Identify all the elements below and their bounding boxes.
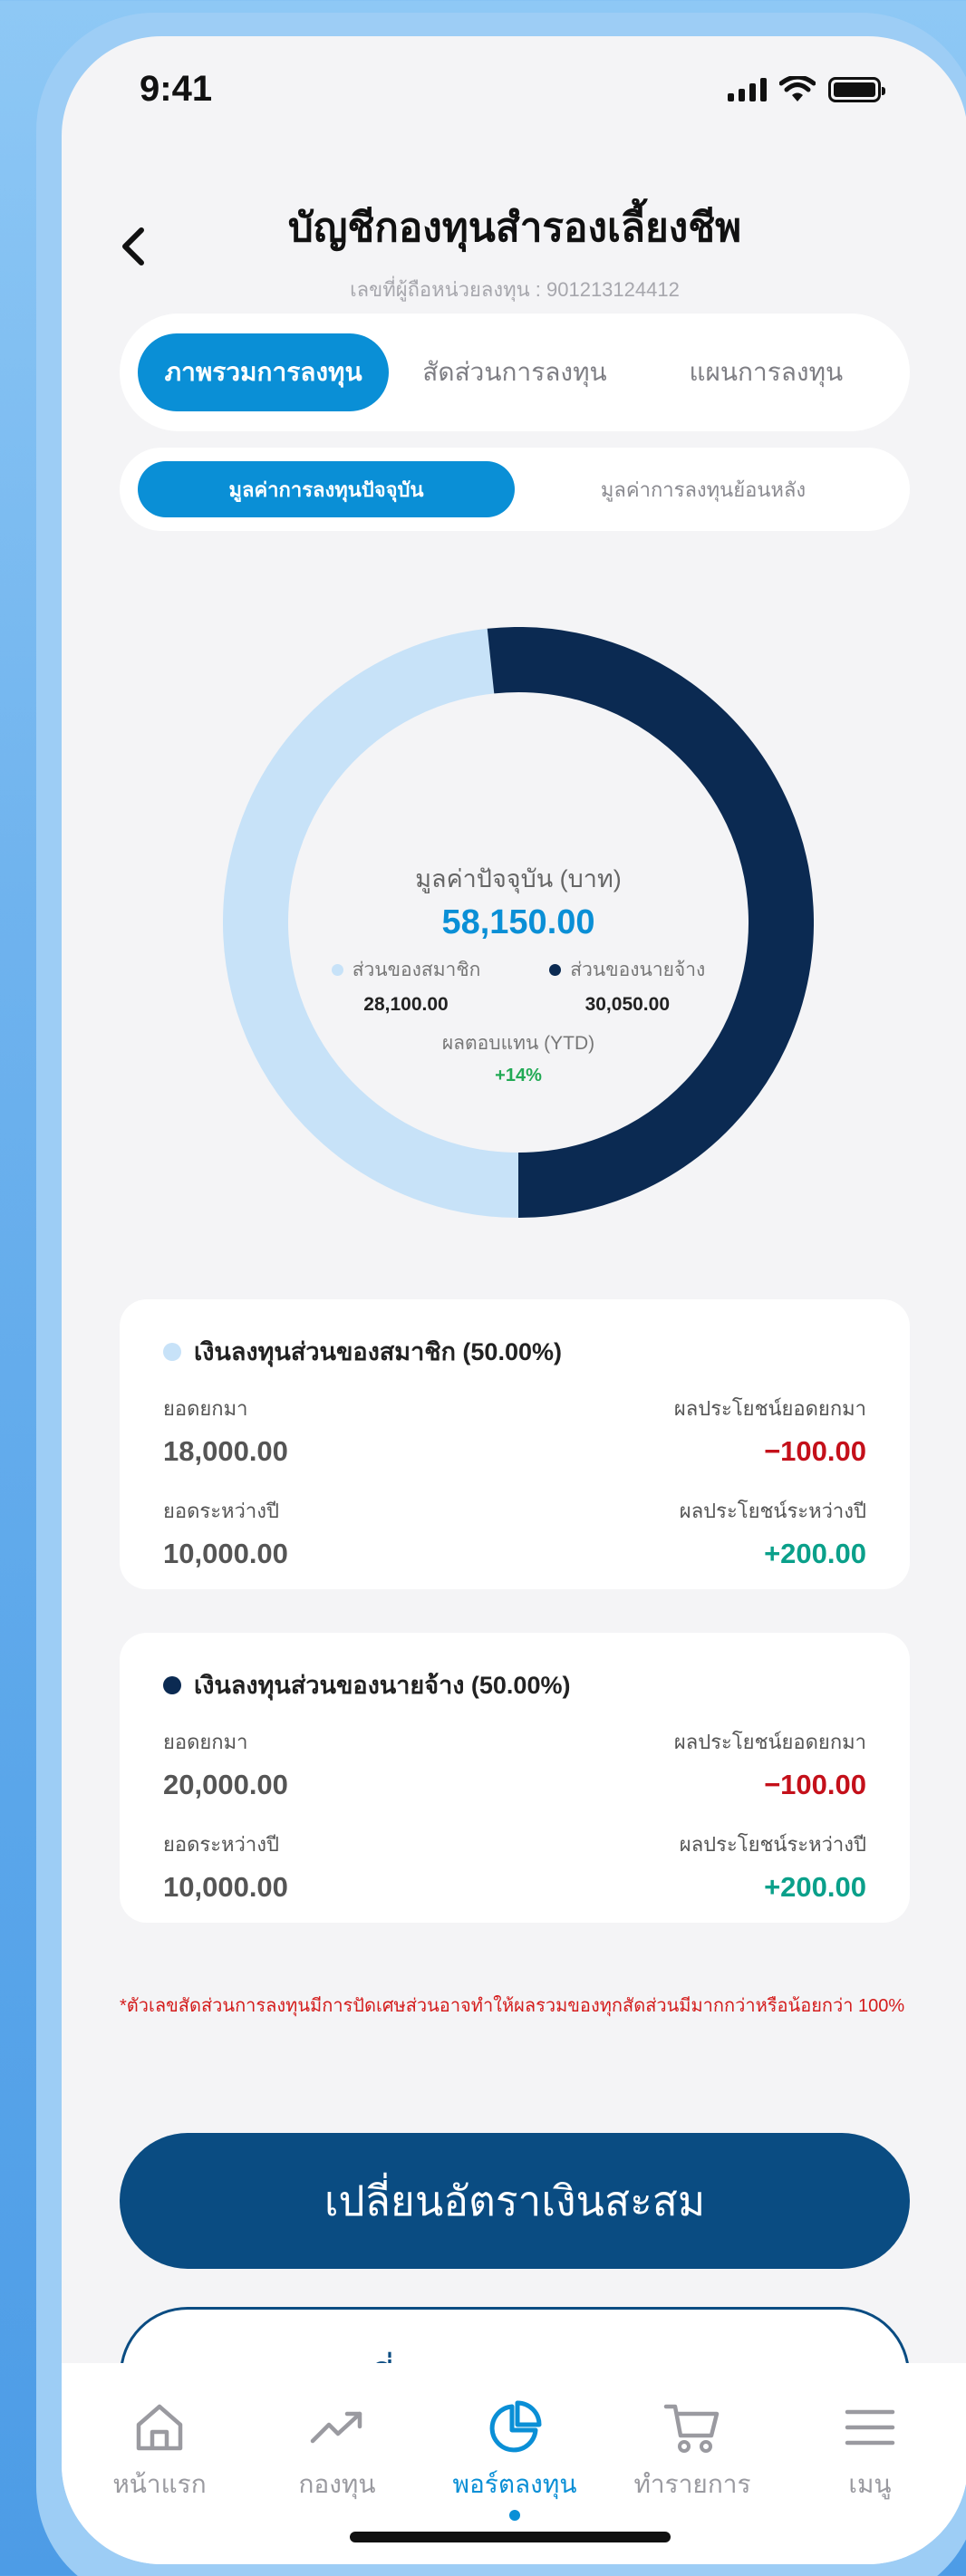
benefit-brought-forward-value: −100.00: [764, 1769, 866, 1800]
subtab-historical-value[interactable]: มูลค่าการลงทุนย้อนหลัง: [515, 461, 892, 517]
home-icon: [136, 2404, 183, 2451]
nav-transactions-label: ทำรายการ: [633, 2470, 751, 2498]
member-color-dot: [331, 964, 343, 976]
trend-icon: [310, 2411, 362, 2444]
signal-icon: [728, 78, 767, 101]
brought-forward-label: ยอดยกมา: [163, 1731, 248, 1753]
page-title: บัญชีกองทุนสำรองเลี้ยงชีพ: [287, 206, 742, 250]
battery-icon: [828, 77, 885, 102]
nav-portfolio-label: พอร์ตลงทุน: [452, 2470, 577, 2498]
tab-investment-allocation[interactable]: สัดส่วนการลงทุน: [389, 333, 640, 411]
status-time: 9:41: [140, 69, 213, 109]
during-year-label: ยอดระหว่างปี: [163, 1833, 279, 1856]
tab-investment-plan[interactable]: แผนการลงทุน: [641, 333, 892, 411]
benefit-during-year-label: ผลประโยชน์ระหว่างปี: [679, 1500, 866, 1522]
card-title: เงินลงทุนส่วนของนายจ้าง (50.00%): [194, 1672, 571, 1699]
benefit-during-year-value: +200.00: [764, 1538, 866, 1569]
legend-member-value: 28,100.00: [363, 994, 449, 1015]
tab-investment-overview[interactable]: ภาพรวมการลงทุน: [138, 333, 390, 411]
during-year-value: 10,000.00: [163, 1538, 288, 1569]
card-title: เงินลงทุนส่วนของสมาชิก (50.00%): [194, 1338, 562, 1365]
chart-legend: ส่วนของสมาชิก 28,100.00 ส่วนของนายจ้าง 3…: [331, 955, 705, 1016]
subtab-current-value[interactable]: มูลค่าการลงทุนปัจจุบัน: [138, 461, 515, 517]
ytd-return-label: ผลตอบแทน (YTD): [441, 1033, 595, 1054]
active-indicator-dot: [509, 2510, 520, 2521]
benefit-during-year-label: ผลประโยชน์ระหว่างปี: [679, 1833, 866, 1856]
brought-forward-value: 20,000.00: [163, 1769, 288, 1800]
menu-icon: [845, 2409, 895, 2446]
member-color-dot: [163, 1342, 181, 1361]
legend-employer-value: 30,050.00: [584, 994, 671, 1015]
status-icons: [728, 76, 885, 103]
during-year-value: 10,000.00: [163, 1871, 288, 1903]
nav-menu[interactable]: เมนู: [781, 2363, 959, 2564]
legend-employer: ส่วนของนายจ้าง 30,050.00: [549, 955, 705, 1016]
rounding-disclaimer: *ตัวเลขสัดส่วนการลงทุนมีการปัดเศษส่วนอาจ…: [120, 1996, 905, 2016]
ytd-return-value: +14%: [495, 1066, 542, 1085]
nav-home-label: หน้าแรก: [112, 2470, 207, 2498]
benefit-brought-forward-value: −100.00: [764, 1435, 866, 1467]
wifi-icon: [779, 76, 816, 101]
main-tabs: ภาพรวมการลงทุน สัดส่วนการลงทุน แผนการลงท…: [120, 314, 910, 431]
employer-color-dot: [549, 964, 562, 976]
donut-center: มูลค่าปัจจุบัน (บาท) 58,150.00 ส่วนของสม…: [223, 627, 814, 1218]
change-contribution-rate-button[interactable]: เปลี่ยนอัตราเงินสะสม: [120, 2133, 910, 2269]
cart-icon: [663, 2404, 720, 2453]
current-value-amount: 58,150.00: [441, 903, 595, 941]
legend-member-label: ส่วนของสมาชิก: [352, 960, 481, 980]
pie-chart-icon: [489, 2400, 542, 2453]
sub-tabs: มูลค่าการลงทุนปัจจุบัน มูลค่าการลงทุนย้อ…: [120, 448, 910, 531]
nav-menu-label: เมนู: [848, 2470, 892, 2498]
brought-forward-label: ยอดยกมา: [163, 1397, 248, 1420]
member-investment-card: เงินลงทุนส่วนของสมาชิก (50.00%) ยอดยกมา 1…: [120, 1299, 910, 1589]
brought-forward-value: 18,000.00: [163, 1435, 288, 1467]
nav-funds-label: กองทุน: [298, 2470, 376, 2498]
benefit-during-year-value: +200.00: [764, 1871, 866, 1903]
phone-screen: 9:41 บัญชีกองทุนสำรองเลี้ยงชีพ เลขที่ผู้…: [62, 36, 966, 2564]
nav-home[interactable]: หน้าแรก: [71, 2363, 248, 2564]
legend-employer-label: ส่วนของนายจ้าง: [570, 960, 706, 980]
current-value-label: มูลค่าปัจจุบัน (บาท): [415, 865, 622, 892]
during-year-label: ยอดระหว่างปี: [163, 1500, 279, 1522]
unit-holder-number: เลขที่ผู้ถือหน่วยลงทุน : 901213124412: [350, 278, 680, 301]
benefit-brought-forward-label: ผลประโยชน์ยอดยกมา: [673, 1731, 866, 1753]
legend-member: ส่วนของสมาชิก 28,100.00: [331, 955, 481, 1016]
employer-color-dot: [163, 1675, 181, 1694]
employer-investment-card: เงินลงทุนส่วนของนายจ้าง (50.00%) ยอดยกมา…: [120, 1633, 910, 1923]
benefit-brought-forward-label: ผลประโยชน์ยอดยกมา: [673, 1397, 866, 1420]
home-indicator: [350, 2532, 671, 2542]
